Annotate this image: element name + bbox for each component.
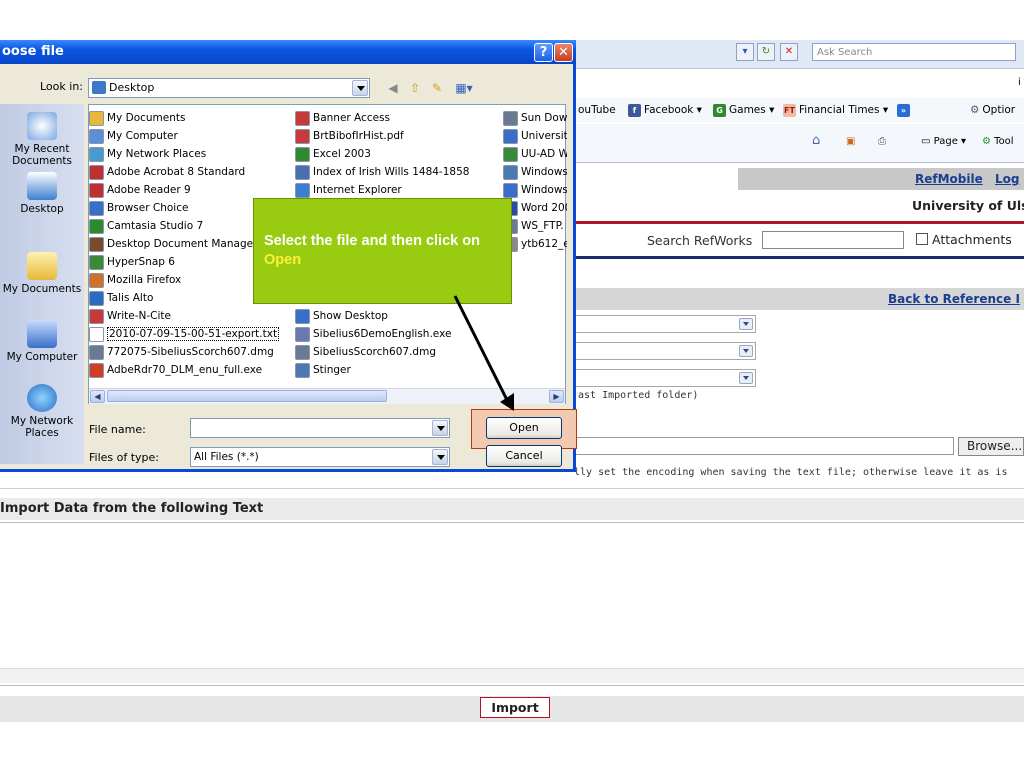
pointer-arrow (453, 295, 514, 411)
